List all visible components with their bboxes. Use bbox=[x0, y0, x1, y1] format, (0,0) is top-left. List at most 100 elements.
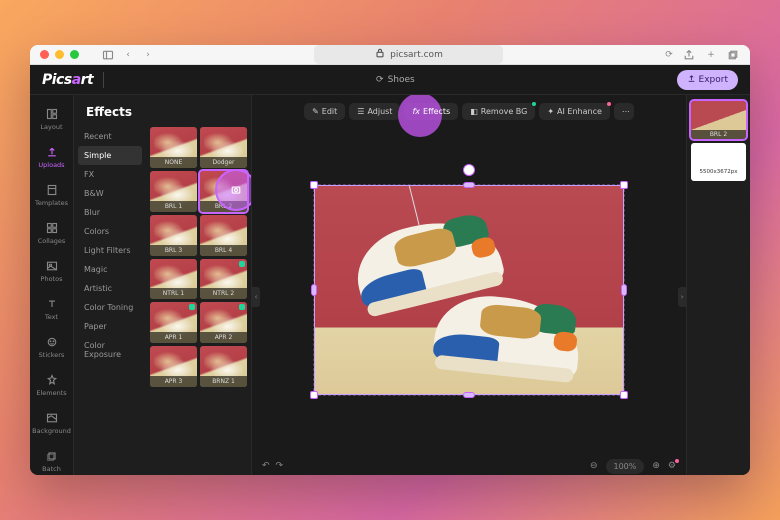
removebg-icon: ◧ bbox=[470, 107, 478, 116]
rail-background[interactable]: Background bbox=[32, 405, 72, 441]
cat-bw[interactable]: B&W bbox=[74, 184, 146, 203]
picsart-app: Picsart ⟳ Shoes Export Layout Uploads Te… bbox=[30, 65, 750, 475]
layer-canvas[interactable]: 5500x3672px bbox=[691, 143, 746, 181]
rail-photos[interactable]: Photos bbox=[32, 253, 72, 289]
zoom-in-icon[interactable]: ⊕ bbox=[652, 461, 660, 471]
rail-batch[interactable]: Batch bbox=[32, 443, 72, 475]
left-rail: Layout Uploads Templates Collages Photos… bbox=[30, 95, 74, 475]
canvas[interactable] bbox=[252, 127, 686, 453]
titlebar: ‹ › picsart.com ⟳ + bbox=[30, 45, 750, 65]
layer-active[interactable]: BRL 2 bbox=[691, 101, 746, 139]
address-bar[interactable]: picsart.com bbox=[314, 45, 503, 64]
edit-icon: ✎ bbox=[312, 107, 319, 116]
effect-thumb[interactable]: NONE bbox=[150, 127, 197, 168]
cursor-highlight bbox=[215, 169, 251, 211]
resize-handle[interactable] bbox=[310, 391, 318, 399]
export-icon bbox=[687, 74, 696, 86]
adjust-icon: ☰ bbox=[357, 107, 364, 116]
forward-button[interactable]: › bbox=[141, 48, 155, 62]
main-area: Layout Uploads Templates Collages Photos… bbox=[30, 95, 750, 475]
zoom-out-icon[interactable]: ⊖ bbox=[590, 461, 598, 471]
cat-paper[interactable]: Paper bbox=[74, 317, 146, 336]
tab-effects[interactable]: fxEffects bbox=[404, 103, 458, 120]
tabs-icon[interactable] bbox=[726, 48, 740, 62]
sidebar-toggle-icon[interactable] bbox=[101, 48, 115, 62]
share-icon[interactable] bbox=[682, 48, 696, 62]
cat-exposure[interactable]: Color Exposure bbox=[74, 336, 146, 364]
file-tab[interactable]: ⟳ Shoes bbox=[114, 75, 676, 85]
new-tab-icon[interactable]: + bbox=[704, 48, 718, 62]
effects-panel: Effects Recent Simple FX B&W Blur Colors… bbox=[74, 95, 252, 475]
effect-thumb[interactable]: NTRL 1 bbox=[150, 259, 197, 300]
rail-elements[interactable]: Elements bbox=[32, 367, 72, 403]
back-button[interactable]: ‹ bbox=[121, 48, 135, 62]
collapse-left-icon[interactable]: ‹ bbox=[252, 287, 260, 307]
effect-thumb[interactable]: NTRL 2 bbox=[200, 259, 247, 300]
effect-thumb[interactable]: BRNZ 1 bbox=[200, 346, 247, 387]
window-controls bbox=[40, 50, 79, 59]
cat-colors[interactable]: Colors bbox=[74, 222, 146, 241]
minimize-window[interactable] bbox=[55, 50, 64, 59]
tab-edit[interactable]: ✎Edit bbox=[304, 103, 345, 120]
effect-thumb[interactable]: APR 3 bbox=[150, 346, 197, 387]
rotate-handle[interactable] bbox=[463, 164, 475, 176]
url-text: picsart.com bbox=[390, 50, 443, 60]
fx-icon: fx bbox=[412, 107, 420, 116]
resize-handle[interactable] bbox=[311, 284, 317, 296]
resize-handle[interactable] bbox=[620, 181, 628, 189]
lock-icon bbox=[374, 47, 386, 62]
effect-thumb[interactable]: BRL 4 bbox=[200, 215, 247, 256]
panel-title: Effects bbox=[74, 95, 251, 125]
close-window[interactable] bbox=[40, 50, 49, 59]
cat-fx[interactable]: FX bbox=[74, 165, 146, 184]
effect-thumb[interactable]: APR 1 bbox=[150, 302, 197, 343]
resize-handle[interactable] bbox=[620, 391, 628, 399]
cat-toning[interactable]: Color Toning bbox=[74, 298, 146, 317]
tab-removebg[interactable]: ◧Remove BG bbox=[462, 103, 535, 120]
cat-simple[interactable]: Simple bbox=[78, 146, 142, 165]
rail-uploads[interactable]: Uploads bbox=[32, 139, 72, 175]
resize-handle[interactable] bbox=[463, 392, 475, 398]
zoom-level[interactable]: 100% bbox=[606, 459, 645, 474]
selected-photo[interactable] bbox=[314, 185, 624, 395]
resize-handle[interactable] bbox=[463, 182, 475, 188]
resize-handle[interactable] bbox=[310, 181, 318, 189]
collapse-right-icon[interactable]: › bbox=[678, 287, 686, 307]
more-button[interactable]: ⋯ bbox=[614, 103, 634, 120]
effect-thumb[interactable]: Dodger bbox=[200, 127, 247, 168]
cat-artistic[interactable]: Artistic bbox=[74, 279, 146, 298]
maximize-window[interactable] bbox=[70, 50, 79, 59]
cat-light[interactable]: Light Filters bbox=[74, 241, 146, 260]
reload-icon[interactable]: ⟳ bbox=[662, 48, 676, 62]
tab-aienhance[interactable]: ✦AI Enhance bbox=[539, 103, 610, 120]
logo[interactable]: Picsart bbox=[42, 72, 93, 88]
rail-collages[interactable]: Collages bbox=[32, 215, 72, 251]
undo-icon[interactable]: ↶ bbox=[262, 461, 270, 471]
browser-window: ‹ › picsart.com ⟳ + Picsart ⟳ Shoes Expo… bbox=[30, 45, 750, 475]
tool-tabs: ✎Edit ☰Adjust fxEffects ◧Remove BG ✦AI E… bbox=[252, 95, 686, 127]
resize-handle[interactable] bbox=[621, 284, 627, 296]
effect-thumb[interactable]: BRL 1 bbox=[150, 171, 197, 212]
sparkle-icon: ✦ bbox=[547, 107, 554, 116]
layers-panel: BRL 2 5500x3672px bbox=[686, 95, 750, 475]
file-name: Shoes bbox=[388, 75, 415, 85]
bottom-toolbar: ↶ ↷ ⊖ 100% ⊕ ⚙ bbox=[252, 453, 686, 475]
settings-icon[interactable]: ⚙ bbox=[668, 461, 676, 471]
rail-layout[interactable]: Layout bbox=[32, 101, 72, 137]
cat-magic[interactable]: Magic bbox=[74, 260, 146, 279]
sync-icon: ⟳ bbox=[376, 75, 384, 85]
redo-icon[interactable]: ↷ bbox=[276, 461, 284, 471]
canvas-area: ‹ › ✎Edit ☰Adjust fxEffects ◧Remove BG ✦… bbox=[252, 95, 686, 475]
effect-thumb[interactable]: APR 2 bbox=[200, 302, 247, 343]
effect-thumbnails: NONE Dodger BRL 1 BRL 2 BRL 3 BRL 4 NTRL… bbox=[146, 125, 251, 475]
rail-text[interactable]: Text bbox=[32, 291, 72, 327]
export-button[interactable]: Export bbox=[677, 70, 738, 90]
cat-blur[interactable]: Blur bbox=[74, 203, 146, 222]
app-topbar: Picsart ⟳ Shoes Export bbox=[30, 65, 750, 95]
effect-categories: Recent Simple FX B&W Blur Colors Light F… bbox=[74, 125, 146, 475]
effect-thumb[interactable]: BRL 3 bbox=[150, 215, 197, 256]
rail-stickers[interactable]: Stickers bbox=[32, 329, 72, 365]
tab-adjust[interactable]: ☰Adjust bbox=[349, 103, 400, 120]
cat-recent[interactable]: Recent bbox=[74, 127, 146, 146]
rail-templates[interactable]: Templates bbox=[32, 177, 72, 213]
